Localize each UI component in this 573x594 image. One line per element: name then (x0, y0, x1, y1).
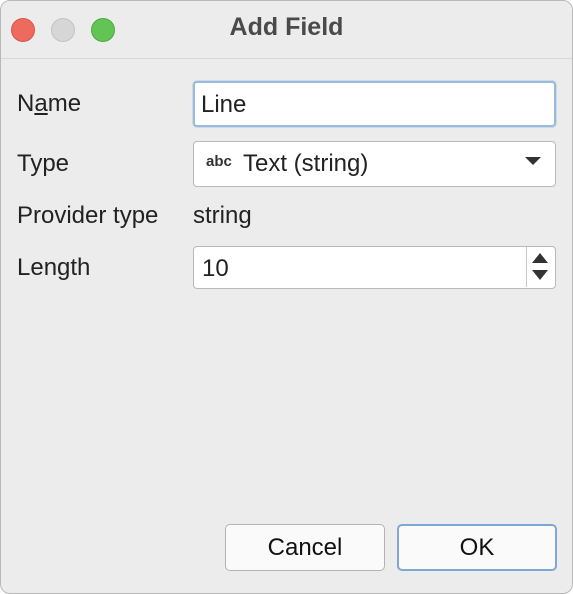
title-bar: Add Field (1, 1, 572, 59)
name-label-mnemonic: a (34, 90, 48, 117)
spinner-up-icon[interactable] (532, 253, 548, 263)
type-select[interactable]: abc Text (string) (193, 141, 556, 187)
text-type-icon: abc (206, 153, 232, 170)
name-input[interactable]: Line (193, 81, 556, 127)
name-input-value: Line (201, 91, 247, 118)
ok-button[interactable]: OK (397, 524, 557, 571)
length-input-value: 10 (202, 255, 229, 282)
provider-type-value: string (193, 202, 252, 229)
chevron-down-icon (525, 157, 541, 165)
type-select-value: Text (string) (243, 150, 369, 177)
dialog-title: Add Field (229, 13, 344, 41)
length-label: Length (17, 254, 91, 281)
provider-type-label: Provider type (17, 202, 159, 229)
name-label-end: me (47, 90, 82, 117)
name-label: Name (17, 90, 81, 118)
name-label-start: N (17, 90, 35, 117)
spinner-down-icon[interactable] (532, 270, 548, 280)
length-spinner[interactable]: 10 (193, 246, 556, 289)
type-label: Type (17, 150, 70, 177)
spinner-divider (526, 247, 527, 287)
add-field-dialog: Add Field Name Line Type abc Text (strin… (0, 0, 573, 594)
cancel-button[interactable]: Cancel (225, 524, 385, 571)
